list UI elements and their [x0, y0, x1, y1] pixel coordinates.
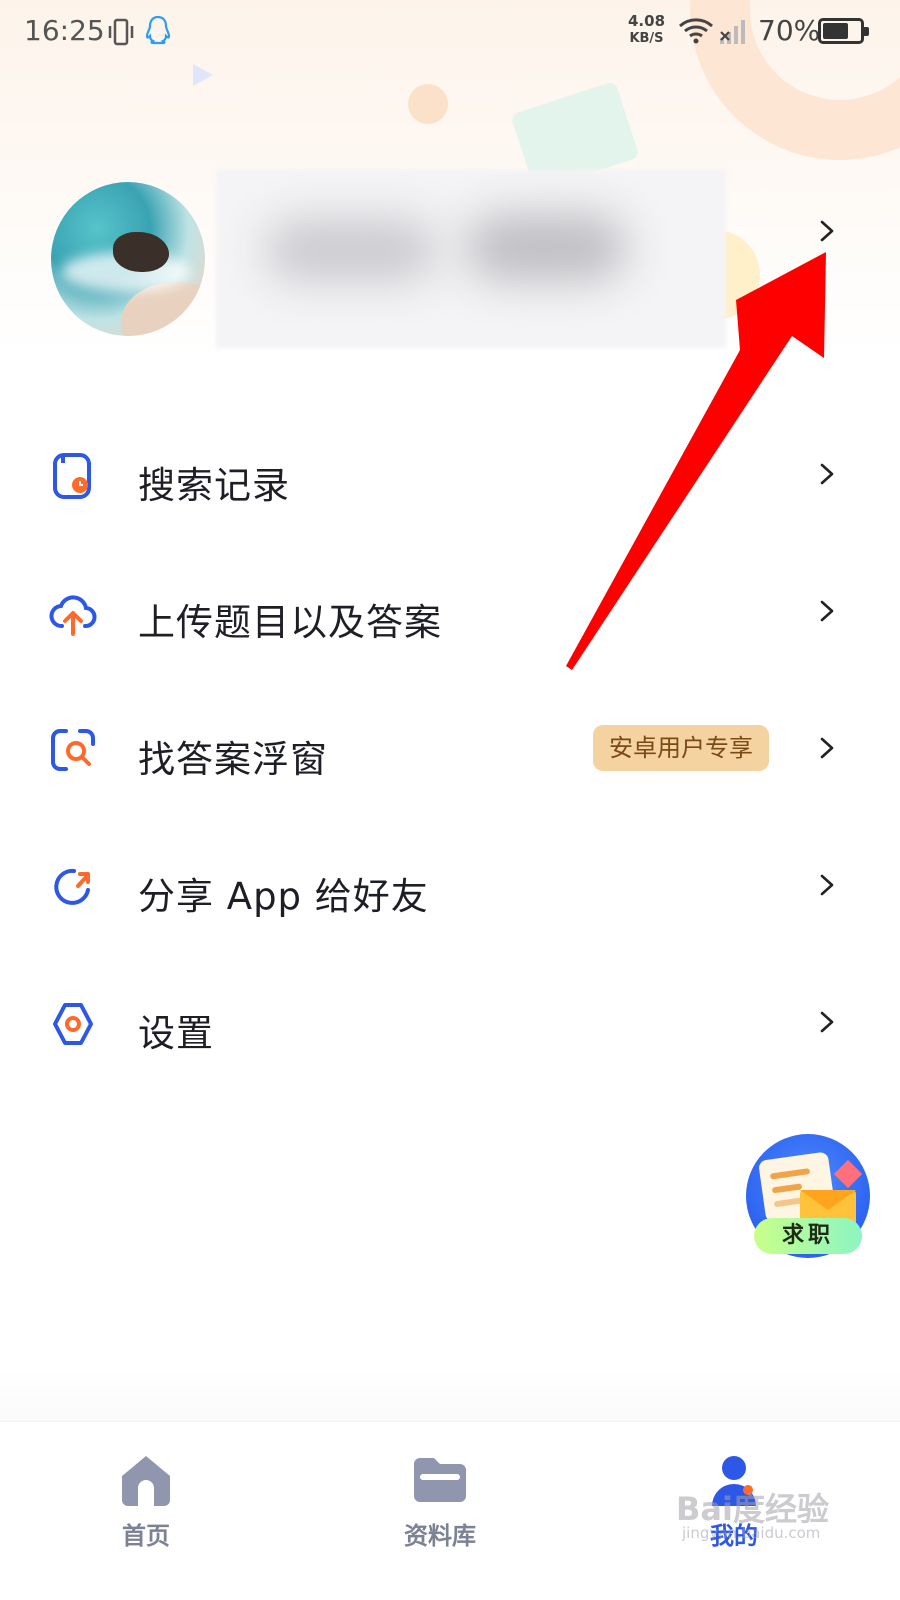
menu-item-upload-questions[interactable]: 上传题目以及答案	[0, 562, 900, 662]
avatar[interactable]	[51, 182, 205, 336]
share-icon	[48, 862, 98, 912]
nav-label-home: 首页	[122, 1522, 170, 1550]
wifi-icon	[678, 16, 714, 46]
menu-item-label: 找答案浮窗	[138, 738, 328, 781]
battery-level	[823, 23, 849, 39]
status-time: 16:25	[24, 14, 105, 47]
menu-item-label: 上传题目以及答案	[138, 601, 442, 644]
menu-item-search-history[interactable]: 搜索记录	[0, 425, 900, 525]
user-name-blurred	[216, 170, 726, 348]
network-speed-unit: KB/S	[629, 31, 664, 46]
nav-item-library[interactable]: 资料库	[340, 1422, 540, 1572]
decorative-magnifier	[408, 84, 448, 124]
android-exclusive-badge: 安卓用户专享	[593, 725, 769, 771]
network-speed-value: 4.08	[628, 12, 666, 30]
chevron-right-icon	[816, 874, 838, 896]
job-search-floating-button[interactable]: 求职	[746, 1134, 870, 1258]
folder-icon	[410, 1450, 470, 1510]
menu-item-label: 搜索记录	[138, 464, 290, 507]
menu-item-share-app[interactable]: 分享 App 给好友	[0, 836, 900, 936]
battery-percent: 70%	[758, 14, 821, 47]
chevron-right-icon	[816, 1011, 838, 1033]
chevron-right-icon	[816, 600, 838, 622]
menu-item-label: 设置	[138, 1012, 214, 1055]
battery-icon	[818, 18, 869, 44]
gear-icon	[48, 999, 98, 1049]
nav-item-home[interactable]: 首页	[46, 1422, 246, 1572]
network-speed: 4.08 KB/S	[628, 12, 665, 48]
menu-item-label: 分享 App 给好友	[138, 875, 429, 918]
menu-item-floating-search[interactable]: 找答案浮窗 安卓用户专享	[0, 699, 900, 799]
decorative-triangle	[193, 64, 213, 86]
home-icon	[116, 1450, 176, 1510]
watermark-subtext: jingyan.baidu.com	[682, 1524, 821, 1542]
status-bar: 16:25 4.08 KB/S 70%	[0, 0, 900, 64]
search-history-icon	[48, 451, 98, 501]
menu-item-settings[interactable]: 设置	[0, 973, 900, 1073]
chevron-right-icon	[816, 463, 838, 485]
signal-icon	[718, 16, 750, 46]
profile-card[interactable]	[0, 170, 900, 350]
cloud-upload-icon	[48, 588, 98, 638]
watermark: Bai度经验 jingyan.baidu.com	[676, 1476, 846, 1546]
nav-label-library: 资料库	[404, 1522, 476, 1550]
chevron-right-icon	[816, 737, 838, 759]
vibrate-icon	[108, 18, 134, 46]
profile-chevron-right-icon[interactable]	[816, 220, 838, 242]
qq-icon	[144, 14, 172, 46]
job-search-label: 求职	[754, 1218, 862, 1254]
floating-search-icon	[48, 725, 98, 775]
